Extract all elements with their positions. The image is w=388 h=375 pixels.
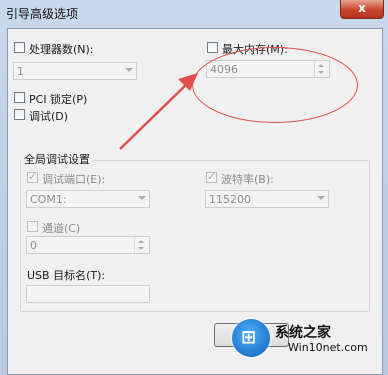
pci-lock-checkbox[interactable] bbox=[14, 92, 25, 103]
usb-target-label: USB 目标名(T): bbox=[27, 269, 106, 282]
global-debug-title: 全局调试设置 bbox=[22, 151, 92, 167]
close-button[interactable]: x bbox=[340, 0, 384, 19]
debug-port-checkbox[interactable] bbox=[27, 170, 38, 183]
arrow-up-icon bbox=[138, 240, 144, 243]
debug-label: 调试(D) bbox=[29, 110, 69, 123]
debug-checkbox[interactable] bbox=[14, 109, 25, 120]
watermark-name: 系统之家 bbox=[275, 325, 331, 341]
arrow-icon bbox=[119, 73, 198, 150]
processors-checkbox[interactable] bbox=[14, 42, 25, 53]
processors-value: 1 bbox=[17, 65, 24, 78]
channel-spinner[interactable]: 0 bbox=[26, 236, 150, 254]
chevron-down-icon bbox=[138, 196, 146, 200]
spinner-buttons[interactable] bbox=[134, 237, 149, 253]
dialog-title: 引导高级选项 bbox=[6, 7, 79, 21]
processors-label: 处理器数(N): bbox=[29, 43, 94, 56]
baud-rate-checkbox[interactable] bbox=[206, 170, 217, 183]
dialog-window: 引导高级选项 x 处理器数(N): 1 最大内存(M): 4096 PCI 锁定… bbox=[0, 0, 388, 375]
title-bar: 引导高级选项 x bbox=[0, 0, 388, 26]
watermark-url: Win10net.com bbox=[288, 341, 368, 354]
channel-label: 通道(C) bbox=[42, 222, 81, 235]
baud-rate-label: 波特率(B): bbox=[221, 173, 274, 186]
channel-checkbox[interactable] bbox=[27, 221, 38, 232]
annotation-circle bbox=[192, 47, 358, 123]
chevron-down-icon bbox=[317, 196, 325, 200]
debug-port-value: COM1: bbox=[30, 193, 67, 206]
arrow-down-icon bbox=[138, 247, 144, 250]
windows-glyph-icon: ⊞ bbox=[241, 327, 257, 348]
debug-port-label: 调试端口(E): bbox=[42, 173, 106, 186]
channel-value: 0 bbox=[30, 239, 37, 252]
baud-rate-value: 115200 bbox=[209, 193, 251, 206]
usb-target-field[interactable] bbox=[26, 285, 150, 303]
debug-port-select[interactable]: COM1: bbox=[26, 190, 150, 208]
baud-rate-select[interactable]: 115200 bbox=[205, 190, 329, 208]
max-memory-checkbox[interactable] bbox=[207, 42, 218, 53]
pci-lock-label: PCI 锁定(P) bbox=[29, 93, 88, 106]
